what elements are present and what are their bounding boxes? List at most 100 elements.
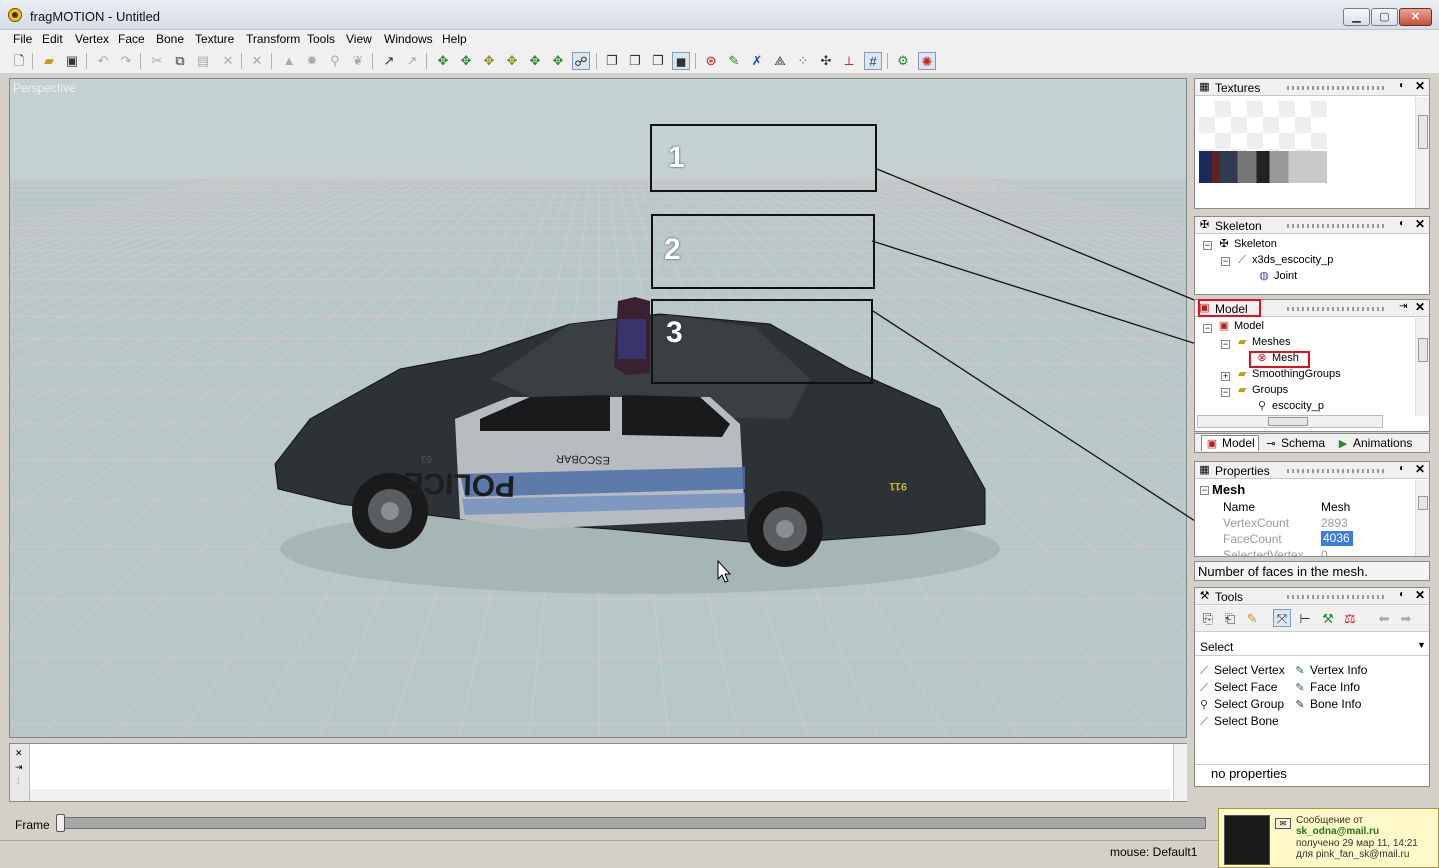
tree-collapse-icon[interactable]: −: [1203, 241, 1212, 250]
center-icon[interactable]: ⊛: [702, 52, 720, 70]
axis-icon[interactable]: ⟁: [771, 52, 789, 70]
move-y-icon[interactable]: ✥: [457, 52, 475, 70]
tree-collapse-icon[interactable]: −: [1221, 340, 1230, 349]
tree-collapse-icon[interactable]: −: [1221, 257, 1230, 266]
front-view-icon[interactable]: ❐: [603, 52, 621, 70]
menu-edit[interactable]: Edit: [42, 32, 63, 46]
tool-export-icon[interactable]: ⎗: [1221, 610, 1239, 628]
copy-icon[interactable]: ⧉: [171, 52, 189, 70]
triangle-icon[interactable]: ▲: [280, 52, 298, 70]
notification-sender[interactable]: sk_odna@mail.ru: [1296, 826, 1379, 837]
menu-transform[interactable]: Transform: [246, 32, 300, 46]
menu-texture[interactable]: Texture: [195, 32, 234, 46]
menu-view[interactable]: View: [346, 32, 372, 46]
tree-item-meshes[interactable]: ▰ Meshes: [1235, 336, 1291, 349]
new-file-icon[interactable]: 🗋: [10, 52, 28, 70]
perspective-viewport[interactable]: POLICE ESCOBAR 911 63 Perspective: [9, 78, 1187, 738]
property-row-selectedvertex[interactable]: SelectedVertex 0: [1199, 547, 1413, 557]
tool-select-group[interactable]: ⚲ Select Group: [1197, 697, 1284, 712]
log-vertical-scrollbar[interactable]: [1173, 744, 1187, 801]
crosshair-icon[interactable]: ✣: [817, 52, 835, 70]
tree-expand-icon[interactable]: +: [1221, 372, 1230, 381]
grid-icon[interactable]: #: [864, 52, 882, 70]
model-tree-hscroll[interactable]: [1197, 415, 1383, 428]
panel-pin-icon[interactable]: ⇥: [15, 762, 23, 773]
property-row-name[interactable]: Name Mesh: [1199, 499, 1413, 515]
panel-close-icon[interactable]: ✕: [1415, 300, 1425, 314]
tree-collapse-icon[interactable]: −: [1221, 388, 1230, 397]
points-icon[interactable]: ⁘: [794, 52, 812, 70]
tree-item-joint[interactable]: ◍ Joint: [1257, 270, 1297, 283]
properties-scrollbar[interactable]: [1415, 480, 1429, 556]
select-arrow-icon[interactable]: ↗: [380, 52, 398, 70]
tool-paint-icon[interactable]: ✎: [1243, 610, 1261, 628]
facecount-value[interactable]: 4036: [1321, 531, 1353, 546]
undo-icon[interactable]: ↶: [94, 52, 112, 70]
menu-bone[interactable]: Bone: [156, 32, 184, 46]
log-horizontal-scrollbar[interactable]: [30, 789, 1170, 801]
perspective-view-icon[interactable]: ◼: [672, 52, 690, 70]
log-panel[interactable]: ✕ ⇥ ⁞: [9, 743, 1187, 802]
open-folder-icon[interactable]: ▰: [40, 52, 58, 70]
back-arrow-icon[interactable]: ⬅: [1375, 610, 1393, 628]
panel-pin-icon[interactable]: ◐: [1399, 218, 1405, 229]
tree-item-skeleton[interactable]: ✠ Skeleton: [1217, 238, 1276, 251]
tab-model[interactable]: ▣ Model: [1201, 435, 1259, 451]
panel-close-icon[interactable]: ✕: [1415, 217, 1425, 231]
tools-select-dropdown[interactable]: Select ▼: [1195, 638, 1429, 656]
delete-all-icon[interactable]: ✕: [248, 52, 266, 70]
maximize-button[interactable]: ▢: [1371, 8, 1398, 26]
gizmo-icon[interactable]: ⟂: [840, 52, 858, 70]
menu-file[interactable]: File: [13, 32, 32, 46]
tree-item-smoothing-groups[interactable]: ▰ SmoothingGroups: [1235, 368, 1341, 381]
side-view-icon[interactable]: ❐: [626, 52, 644, 70]
property-row-facecount[interactable]: FaceCount 4036: [1199, 531, 1413, 547]
tool-select-bone[interactable]: ⟋ Select Bone: [1197, 714, 1279, 729]
figure-mode-icon[interactable]: ☍: [572, 52, 590, 70]
redo-icon[interactable]: ↷: [117, 52, 135, 70]
panel-pin-icon[interactable]: ◐: [1399, 463, 1405, 474]
panel-pin-icon[interactable]: ◐: [1399, 589, 1405, 600]
menu-windows[interactable]: Windows: [384, 32, 433, 46]
select-remove-icon[interactable]: ↗: [403, 52, 421, 70]
tool-face-info[interactable]: ✎ Face Info: [1293, 680, 1360, 695]
star-icon[interactable]: ✸: [303, 52, 321, 70]
scale-all-icon[interactable]: ✥: [549, 52, 567, 70]
paint-icon[interactable]: ❦: [349, 52, 367, 70]
tree-item-bone[interactable]: ⟋ x3ds_escocity_p: [1235, 254, 1333, 267]
frame-slider-thumb[interactable]: [56, 814, 65, 832]
settings-icon[interactable]: ⚙: [894, 52, 912, 70]
panel-pin-icon[interactable]: ⇥: [1399, 301, 1407, 312]
tree-collapse-icon[interactable]: −: [1203, 324, 1212, 333]
menu-vertex[interactable]: Vertex: [75, 32, 109, 46]
target-icon[interactable]: ✺: [918, 52, 936, 70]
minimize-button[interactable]: ▁: [1343, 8, 1370, 26]
menu-help[interactable]: Help: [442, 32, 467, 46]
tool-select-icon[interactable]: ⤧: [1273, 609, 1291, 627]
rotate-icon[interactable]: ✥: [503, 52, 521, 70]
panel-close-icon[interactable]: ✕: [1415, 588, 1425, 602]
move-z-icon[interactable]: ✥: [480, 52, 498, 70]
panel-close-icon[interactable]: ✕: [1415, 79, 1425, 93]
tree-item-group[interactable]: ⚲ escocity_p: [1255, 400, 1324, 413]
tree-item-groups[interactable]: ▰ Groups: [1235, 384, 1288, 397]
marker-icon[interactable]: ✎: [725, 52, 743, 70]
model-tree-vscroll[interactable]: [1415, 318, 1429, 416]
tool-modify-icon[interactable]: ⚒: [1319, 610, 1337, 628]
textures-scrollbar[interactable]: [1415, 97, 1429, 208]
tab-schema[interactable]: ⊸ Schema: [1261, 436, 1328, 452]
tool-import-icon[interactable]: ⎘: [1199, 610, 1217, 628]
close-button[interactable]: ✕: [1399, 8, 1432, 26]
tool-vertex-info[interactable]: ✎ Vertex Info: [1293, 663, 1367, 678]
panel-close-icon[interactable]: ✕: [1415, 462, 1425, 476]
menu-tools[interactable]: Tools: [307, 32, 335, 46]
cross-icon[interactable]: ✗: [748, 52, 766, 70]
property-row-vertexcount[interactable]: VertexCount 2893: [1199, 515, 1413, 531]
top-view-icon[interactable]: ❐: [649, 52, 667, 70]
save-icon[interactable]: ▣: [63, 52, 81, 70]
section-collapse-icon[interactable]: −: [1200, 486, 1209, 495]
cut-icon[interactable]: ✂: [148, 52, 166, 70]
tool-hierarchy-icon[interactable]: ⊢: [1296, 610, 1314, 628]
panel-close-icon[interactable]: ✕: [15, 748, 23, 759]
bone-icon[interactable]: ⚲: [326, 52, 344, 70]
